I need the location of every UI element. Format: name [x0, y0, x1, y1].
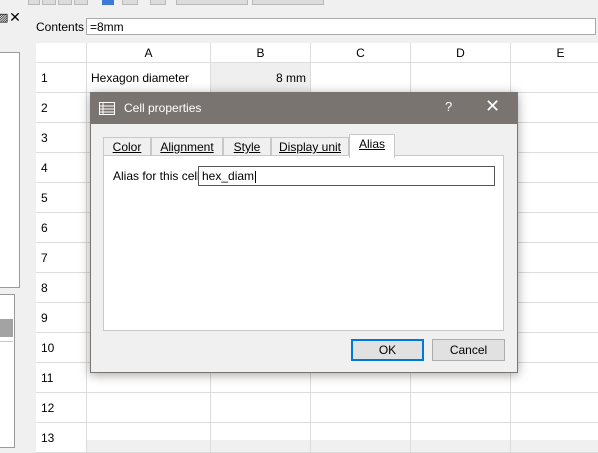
- row-header[interactable]: 8: [36, 273, 87, 303]
- grid-cell-a13[interactable]: [87, 423, 211, 453]
- grid-cell-e11[interactable]: [511, 363, 598, 393]
- contents-input[interactable]: =8mm: [86, 18, 596, 35]
- grid-cell-e3[interactable]: [511, 123, 598, 153]
- grid-cell-e4[interactable]: [511, 153, 598, 183]
- alias-tab-panel: Alias for this cell hex_diam: [103, 155, 504, 331]
- grid-cell-a12[interactable]: [87, 393, 211, 423]
- row-header[interactable]: 13: [36, 423, 87, 453]
- toolbar-dropdown[interactable]: [176, 0, 248, 5]
- toolbar-active-button[interactable]: [102, 0, 114, 5]
- column-header-a[interactable]: A: [87, 43, 211, 63]
- row-header[interactable]: 1: [36, 63, 87, 93]
- alias-input[interactable]: hex_diam: [198, 166, 495, 186]
- grid-cell-e13[interactable]: [511, 423, 598, 453]
- alias-label: Alias for this cell: [113, 169, 200, 183]
- column-header-d[interactable]: D: [411, 43, 511, 63]
- row-header[interactable]: 2: [36, 93, 87, 123]
- row-header[interactable]: 12: [36, 393, 87, 423]
- grid-cell-e9[interactable]: [511, 303, 598, 333]
- toolbar-button[interactable]: [122, 0, 138, 5]
- grid-cell-e5[interactable]: [511, 183, 598, 213]
- grid-cell-a1[interactable]: Hexagon diameter: [87, 63, 211, 93]
- row-header[interactable]: 4: [36, 153, 87, 183]
- tab-alias[interactable]: Alias: [349, 134, 395, 158]
- dialog-close-button[interactable]: ✕: [485, 96, 500, 117]
- column-header-e[interactable]: E: [511, 43, 598, 63]
- row-header[interactable]: 9: [36, 303, 87, 333]
- row-header[interactable]: 10: [36, 333, 87, 363]
- tab-style[interactable]: Style: [223, 137, 271, 157]
- grid-cell-e6[interactable]: [511, 213, 598, 243]
- help-button[interactable]: ?: [445, 99, 452, 114]
- row-header[interactable]: 7: [36, 243, 87, 273]
- grid-cell-b13[interactable]: [211, 423, 311, 453]
- toolbar-button[interactable]: [42, 0, 56, 5]
- toolbar-button[interactable]: [58, 0, 72, 5]
- grid-cell-c13[interactable]: [311, 423, 411, 453]
- toolbar-button[interactable]: [74, 0, 88, 5]
- tab-color[interactable]: Color: [103, 137, 151, 157]
- grid-cell-c12[interactable]: [311, 393, 411, 423]
- ok-button[interactable]: OK: [351, 339, 424, 361]
- divider: [0, 341, 13, 342]
- grid-cell-e1[interactable]: [511, 63, 598, 93]
- grid-cell-e12[interactable]: [511, 393, 598, 423]
- grid-cell-e2[interactable]: [511, 93, 598, 123]
- grid-cell-d12[interactable]: [411, 393, 511, 423]
- text-caret: [255, 170, 257, 183]
- row-header[interactable]: 5: [36, 183, 87, 213]
- grid-corner[interactable]: [36, 43, 87, 63]
- toolbar-button[interactable]: [150, 0, 166, 5]
- tab-display-unit[interactable]: Display unit: [271, 137, 349, 157]
- row-header[interactable]: 6: [36, 213, 87, 243]
- close-icon[interactable]: ✕: [8, 10, 22, 24]
- row-header[interactable]: 3: [36, 123, 87, 153]
- column-header-b[interactable]: B: [211, 43, 311, 63]
- grid-cell-b12[interactable]: [211, 393, 311, 423]
- dialog-title-bar[interactable]: Cell properties ? ✕: [91, 93, 517, 124]
- list-item-selected[interactable]: [0, 319, 13, 337]
- row-header[interactable]: 11: [36, 363, 87, 393]
- grid-cell-e7[interactable]: [511, 243, 598, 273]
- column-header-c[interactable]: C: [311, 43, 411, 63]
- grid-cell-b1[interactable]: 8 mm: [211, 63, 311, 93]
- toolbar-dropdown[interactable]: [252, 0, 324, 5]
- pin-icon[interactable]: ▨: [0, 12, 8, 24]
- grid-cell-e8[interactable]: [511, 273, 598, 303]
- cell-properties-dialog: Cell properties ? ✕ Color Alignment Styl…: [90, 92, 518, 373]
- toolbar-strip: [0, 0, 598, 6]
- grid-cell-e10[interactable]: [511, 333, 598, 363]
- dialog-title: Cell properties: [124, 101, 202, 115]
- grid-cell-c1[interactable]: [311, 63, 411, 93]
- grid-cell-d13[interactable]: [411, 423, 511, 453]
- cancel-button[interactable]: Cancel: [432, 339, 505, 361]
- grid-cell-d1[interactable]: [411, 63, 511, 93]
- panel-property-list[interactable]: [0, 294, 15, 448]
- toolbar-button[interactable]: [28, 0, 40, 5]
- left-dock-panel: ▨ ✕: [0, 6, 28, 448]
- contents-label: Contents: [36, 20, 85, 34]
- tab-alignment[interactable]: Alignment: [151, 137, 223, 157]
- table-icon: [99, 102, 115, 115]
- panel-list[interactable]: [0, 52, 20, 288]
